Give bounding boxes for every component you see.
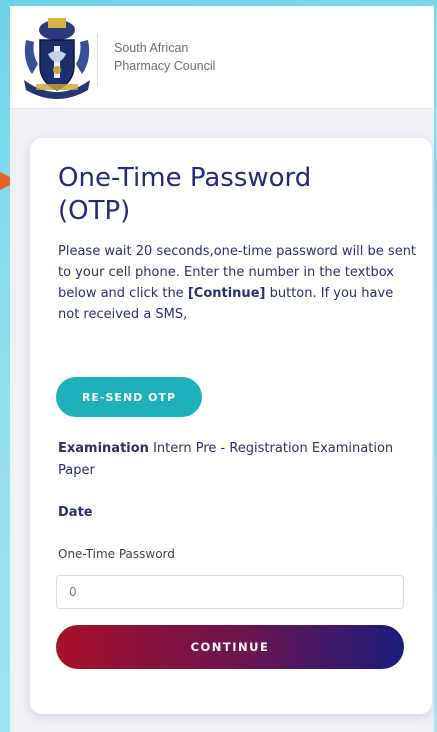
page-title-line2: (OTP) [58, 196, 131, 226]
page-title: One-Time Password (OTP) [58, 162, 408, 228]
organisation-name-line2: Pharmacy Council [114, 59, 216, 73]
organisation-name: South African Pharmacy Council [114, 39, 215, 75]
organisation-name-line1: South African [114, 41, 189, 55]
header-divider [97, 34, 98, 86]
examination-label: Examination [58, 441, 149, 456]
page-frame: South African Pharmacy Council One-Time … [10, 6, 434, 732]
otp-input[interactable] [56, 575, 404, 609]
coat-of-arms-logo [24, 18, 90, 99]
resend-otp-button[interactable]: RE-SEND OTP [56, 377, 202, 417]
page-title-line1: One-Time Password [58, 163, 312, 193]
continue-reference: Continue [193, 286, 260, 301]
otp-field-label: One-Time Password [58, 547, 175, 561]
date-label: Date [58, 505, 93, 520]
otp-card: One-Time Password (OTP) Please wait 20 s… [30, 138, 432, 714]
examination-info: Examination Intern Pre - Registration Ex… [58, 438, 418, 482]
continue-button[interactable]: CONTINUE [56, 625, 404, 669]
site-header: South African Pharmacy Council [10, 6, 434, 109]
otp-instructions: Please wait 20 seconds,one-time password… [58, 241, 418, 325]
